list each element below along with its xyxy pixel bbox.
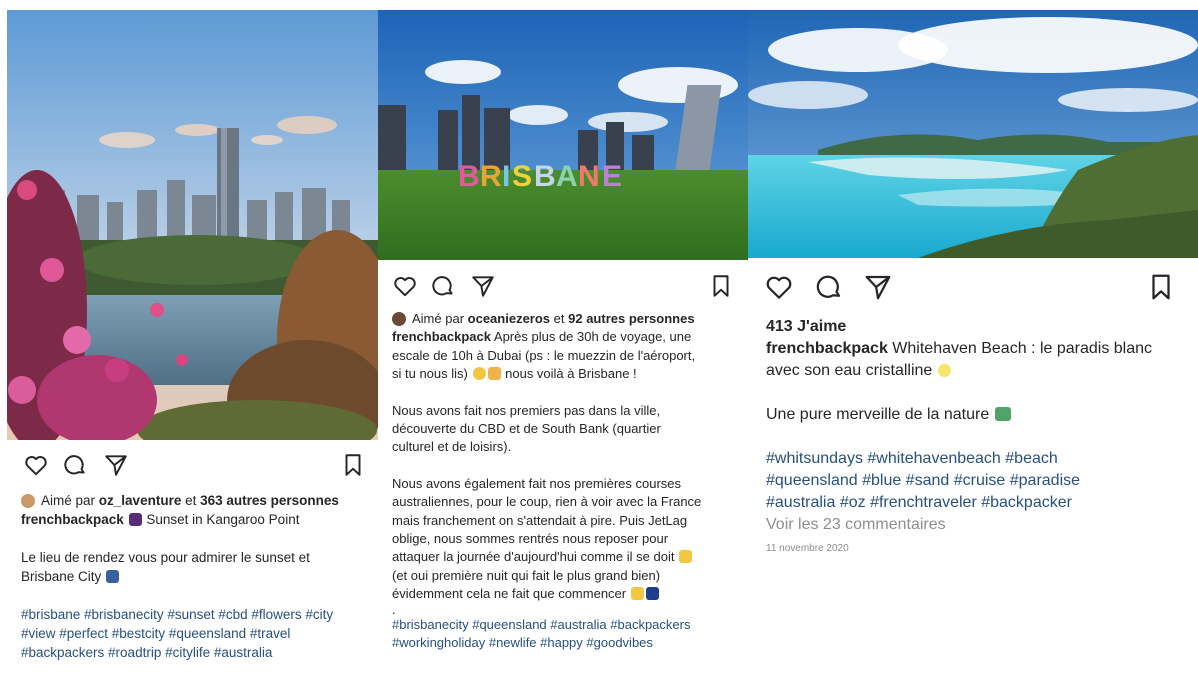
bookmark-icon[interactable] [1146, 272, 1176, 302]
heart-icon[interactable] [392, 273, 418, 299]
post-photo-sunset[interactable] [7, 10, 378, 440]
liked-by-others[interactable]: 363 autres personnes [200, 491, 339, 510]
post-photo-brisbane-sign[interactable]: B R I S B A N E [378, 10, 748, 260]
caption-text: Sunset in Kangaroo Point [146, 512, 300, 527]
post-whitehaven-beach: 413 J'aime frenchbackpack Whitehaven Bea… [748, 10, 1198, 675]
likes-count[interactable]: 413 J'aime [766, 316, 1188, 338]
share-icon[interactable] [863, 272, 893, 302]
heart-icon[interactable] [764, 272, 794, 302]
sparkles-emoji-icon [937, 364, 951, 377]
post-photo-whitehaven[interactable] [748, 10, 1198, 258]
caption: frenchbackpack Whitehaven Beach : le par… [766, 340, 1153, 379]
body-paragraph: Le lieu de rendez vous pour admirer le s… [21, 550, 310, 584]
svg-text:R: R [480, 160, 502, 193]
svg-text:S: S [512, 160, 532, 193]
svg-text:E: E [602, 160, 622, 193]
liked-by-others[interactable]: 92 autres personnes [568, 310, 694, 328]
svg-text:B: B [534, 160, 556, 193]
bookmark-icon[interactable] [708, 273, 734, 299]
comment-icon[interactable] [430, 273, 456, 299]
comment-icon[interactable] [814, 272, 844, 302]
username[interactable]: frenchbackpack [766, 340, 888, 357]
liked-by-joiner: et [185, 493, 197, 508]
body-paragraph: Nous avons également fait nos premières … [392, 475, 702, 617]
post-body: Aimé par oceaniezeros et 92 autres perso… [392, 310, 738, 653]
avatar[interactable] [392, 312, 406, 327]
laughing-emoji-icon [472, 367, 486, 381]
hashtags[interactable]: #brisbane #brisbanecity #sunset #cbd #fl… [21, 605, 368, 662]
view-comments-link[interactable]: Voir les 23 commentaires [766, 514, 1188, 536]
post-kangaroo-point: Aimé par oz_laventure et 363 autres pers… [7, 10, 378, 675]
post-date: 11 novembre 2020 [766, 543, 849, 554]
island-emoji-icon [994, 407, 1011, 421]
australia-flag-emoji-icon [645, 587, 659, 601]
victory-hand-emoji-icon [679, 550, 693, 564]
brisbane-sign-image: B R I S B A N E [378, 10, 748, 260]
share-icon[interactable] [103, 452, 129, 478]
post-body: Aimé par oz_laventure et 363 autres pers… [21, 491, 368, 662]
liked-by-line: Aimé par oz_laventure et 363 autres pers… [21, 491, 368, 510]
svg-text:B: B [458, 160, 480, 193]
caption: frenchbackpack Après plus de 30h de voya… [392, 329, 696, 382]
whitehaven-beach-image [748, 10, 1198, 258]
night-city-emoji-icon [128, 513, 142, 526]
sunset-city-image [7, 10, 378, 440]
avatar[interactable] [21, 493, 35, 508]
comment-icon[interactable] [62, 452, 88, 478]
liked-by-user[interactable]: oceaniezeros [468, 310, 550, 328]
username[interactable]: frenchbackpack [21, 512, 124, 527]
hashtags[interactable]: #brisbanecity #queensland #australia #ba… [392, 616, 738, 653]
heart-icon[interactable] [23, 452, 49, 478]
post-body: 413 J'aime frenchbackpack Whitehaven Bea… [766, 316, 1188, 560]
liked-by-user[interactable]: oz_laventure [99, 491, 182, 510]
bookmark-icon[interactable] [340, 452, 366, 478]
username[interactable]: frenchbackpack [392, 329, 491, 344]
caption: frenchbackpack Sunset in Kangaroo Point [21, 510, 368, 529]
heart-emoji-icon [630, 587, 644, 601]
share-icon[interactable] [470, 273, 496, 299]
liked-by-line: Aimé par oceaniezeros et 92 autres perso… [392, 310, 738, 328]
body-paragraph: Nous avons fait nos premiers pas dans la… [392, 402, 661, 455]
ok-hand-emoji-icon [487, 367, 501, 381]
svg-text:A: A [556, 160, 578, 193]
cityscape-emoji-icon [106, 570, 120, 583]
svg-text:I: I [502, 160, 510, 193]
liked-by-prefix: Aimé par [41, 493, 96, 508]
post-brisbane-arrival: B R I S B A N E Aimé par oceaniezeros et… [378, 10, 748, 675]
hashtags[interactable]: #whitsundays #whitehavenbeach #beach #qu… [766, 448, 1188, 514]
svg-text:N: N [578, 160, 600, 193]
body-paragraph: Une pure merveille de la nature [766, 404, 1188, 426]
